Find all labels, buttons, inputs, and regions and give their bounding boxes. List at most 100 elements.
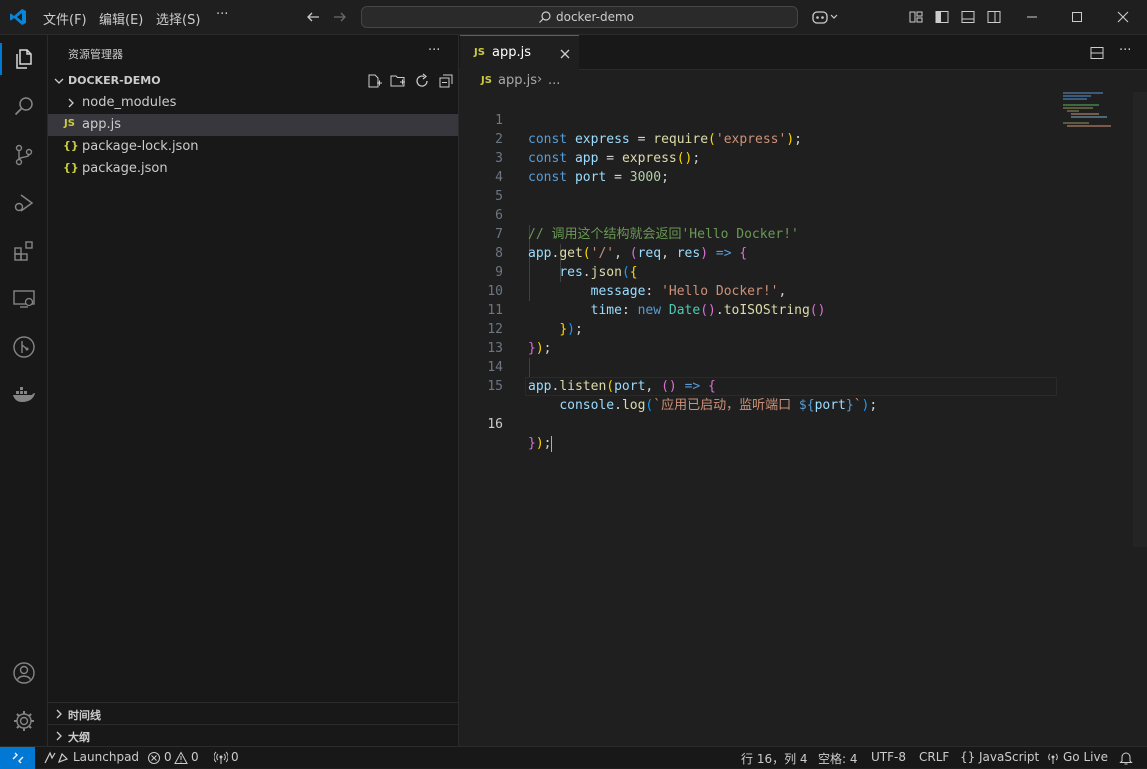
close-window-icon[interactable] <box>1115 9 1131 25</box>
error-icon <box>147 751 161 765</box>
breadcrumb: JS app.js › ... <box>459 70 1147 92</box>
code-editor[interactable]: 1 const express = require('express'); 2 … <box>459 92 1147 746</box>
new-folder-icon[interactable] <box>390 73 406 89</box>
breadcrumb-file[interactable]: app.js <box>498 73 537 88</box>
javascript-file-icon: JS <box>481 75 492 86</box>
tree-item-label: package-lock.json <box>82 139 199 154</box>
timeline-label: 时间线 <box>68 709 101 722</box>
error-count[interactable]: 0 <box>164 750 172 764</box>
json-file-icon: {} <box>63 161 79 174</box>
active-indicator <box>0 43 2 75</box>
code-line: 6 // 调用这个结构就会返回'Hello Docker!' <box>495 208 799 242</box>
source-control-icon[interactable] <box>12 143 36 167</box>
eol-setting[interactable]: CRLF <box>919 750 949 764</box>
code-line: 2 const app = express(); <box>495 132 701 166</box>
go-live-button[interactable]: Go Live <box>1063 750 1108 764</box>
vertical-scrollbar[interactable] <box>1133 92 1147 547</box>
tree-item-app-js[interactable]: JS app.js <box>48 114 458 136</box>
launchpad-icon <box>42 750 70 766</box>
minimap[interactable] <box>1063 92 1133 132</box>
search-icon[interactable] <box>12 95 36 119</box>
copilot-icon[interactable] <box>812 9 840 25</box>
code-line: 9 message: 'Hello Docker!', <box>495 265 787 299</box>
language-mode[interactable]: JavaScript <box>979 750 1039 764</box>
forward-arrow-icon[interactable] <box>332 9 348 25</box>
menu-more[interactable]: ··· <box>216 7 228 22</box>
tab-app-js[interactable]: JS app.js <box>460 35 579 70</box>
close-tab-icon[interactable] <box>558 47 572 61</box>
sidebar-more-button[interactable]: ··· <box>428 43 440 58</box>
tree-item-package-json[interactable]: {} package.json <box>48 158 458 180</box>
command-center-search[interactable]: docker-demo <box>361 6 798 28</box>
extensions-icon[interactable] <box>12 239 36 263</box>
code-line: 7 app.get('/', (req, res) => { <box>495 227 748 261</box>
accounts-icon[interactable] <box>12 661 36 685</box>
maximize-window-icon[interactable] <box>1069 9 1085 25</box>
text-cursor <box>551 435 553 452</box>
tree-item-label: node_modules <box>82 95 177 110</box>
menu-file[interactable]: 文件(F) <box>43 9 87 28</box>
code-line: 11 }); <box>487 303 583 337</box>
chevron-right-icon <box>52 707 66 721</box>
code-line: 8 res.json({ <box>495 246 638 280</box>
tree-item-node-modules[interactable]: node_modules <box>48 92 458 114</box>
vscode-logo-icon <box>9 8 27 26</box>
code-line-current: 16 }); <box>459 377 1079 452</box>
tree-item-label: app.js <box>82 117 121 132</box>
back-arrow-icon[interactable] <box>305 9 321 25</box>
warning-icon <box>174 751 188 765</box>
tree-item-label: package.json <box>82 161 168 176</box>
title-bar: 文件(F) 编辑(E) 选择(S) ··· docker-demo <box>0 0 1147 35</box>
split-editor-icon[interactable] <box>1089 45 1105 61</box>
encoding-setting[interactable]: UTF-8 <box>871 750 906 764</box>
code-line: 1 const express = require('express'); <box>495 113 802 147</box>
launchpad-button[interactable]: Launchpad <box>73 750 139 764</box>
run-debug-icon[interactable] <box>12 191 36 215</box>
search-icon <box>538 10 552 24</box>
javascript-file-icon: JS <box>64 118 75 129</box>
outline-label: 大纲 <box>68 731 90 744</box>
menu-edit[interactable]: 编辑(E) <box>99 9 143 28</box>
menu-selection[interactable]: 选择(S) <box>156 9 200 28</box>
remote-explorer-icon[interactable] <box>12 287 36 311</box>
chevron-right-icon <box>64 96 78 110</box>
minimize-window-icon[interactable] <box>1024 9 1040 25</box>
warning-count[interactable]: 0 <box>191 750 199 764</box>
code-line: 15 console.log(`应用已启动，监听端口 ${port}`); <box>487 379 878 413</box>
toggle-primary-sidebar-icon[interactable] <box>934 9 950 25</box>
customize-layout-icon[interactable] <box>908 9 924 25</box>
docker-icon[interactable] <box>12 383 36 407</box>
new-file-icon[interactable] <box>366 73 382 89</box>
explorer-icon[interactable] <box>12 47 36 71</box>
notifications-bell-icon[interactable] <box>1119 750 1133 766</box>
code-line: 3 const port = 3000; <box>495 151 669 185</box>
breadcrumb-symbol[interactable]: ... <box>548 73 560 88</box>
cursor-position[interactable]: 行 16，列 4 <box>741 750 808 767</box>
tab-label: app.js <box>492 45 531 60</box>
remote-indicator-button[interactable] <box>0 747 35 769</box>
activity-bar <box>0 35 48 746</box>
manage-gear-icon[interactable] <box>12 709 36 733</box>
collapse-all-icon[interactable] <box>438 73 454 89</box>
remote-icon <box>10 750 26 766</box>
code-line: 4 <box>495 170 503 185</box>
braces-icon: {} <box>960 750 976 764</box>
status-bar: Launchpad 0 0 0 行 16，列 4 空格: 4 UTF-8 CRL… <box>0 746 1147 769</box>
code-line: 10 time: new Date().toISOString() <box>487 284 826 318</box>
indentation-setting[interactable]: 空格: 4 <box>818 750 858 767</box>
explorer-sidebar: 资源管理器 ··· DOCKER-DEMO node_modules JS ap… <box>48 35 459 746</box>
refresh-icon[interactable] <box>414 73 430 89</box>
editor-more-button[interactable]: ··· <box>1119 43 1131 58</box>
json-file-icon: {} <box>63 139 79 152</box>
code-line: 12 }); <box>487 322 552 356</box>
toggle-panel-icon[interactable] <box>960 9 976 25</box>
tree-item-package-lock-json[interactable]: {} package-lock.json <box>48 136 458 158</box>
folder-header-docker-demo[interactable]: DOCKER-DEMO <box>48 70 458 92</box>
current-line-highlight <box>525 377 1057 396</box>
ports-count[interactable]: 0 <box>231 750 239 764</box>
folder-name: DOCKER-DEMO <box>68 74 161 87</box>
timeline-section-header[interactable]: 时间线 <box>48 702 458 724</box>
toggle-secondary-sidebar-icon[interactable] <box>986 9 1002 25</box>
outline-section-header[interactable]: 大纲 <box>48 724 458 746</box>
git-graph-icon[interactable] <box>12 335 36 359</box>
